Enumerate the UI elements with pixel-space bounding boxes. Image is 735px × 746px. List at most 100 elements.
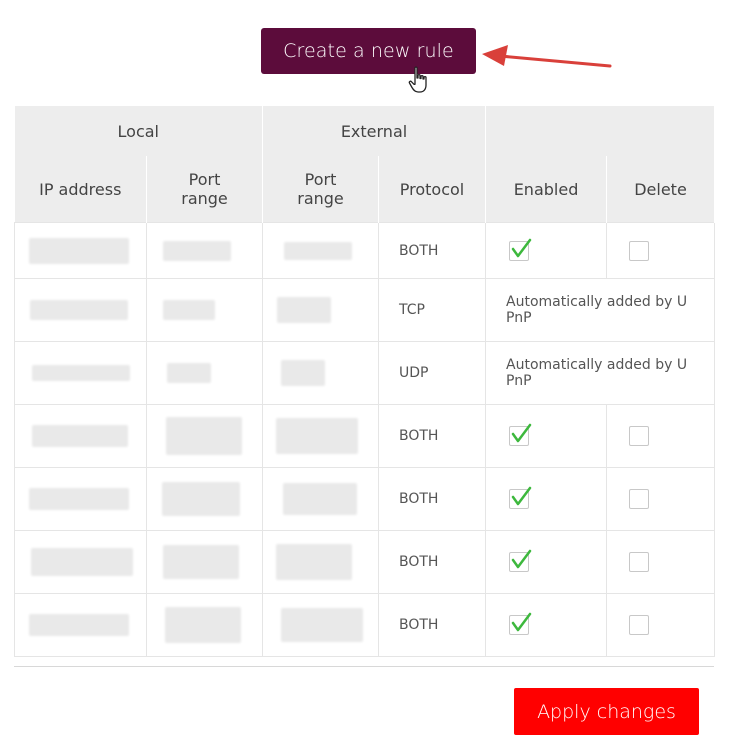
redacted-port-placeholder bbox=[276, 418, 358, 454]
table-row: BOTH bbox=[14, 530, 716, 594]
enabled-checkbox[interactable] bbox=[509, 423, 532, 446]
enabled-cell bbox=[485, 530, 608, 594]
protocol-cell: BOTH bbox=[377, 530, 487, 594]
checkmark-icon bbox=[511, 549, 532, 569]
blank-group-header bbox=[485, 106, 716, 156]
table-row: BOTH bbox=[14, 467, 716, 531]
annotation-arrow-icon bbox=[482, 45, 612, 68]
protocol-cell: UDP bbox=[377, 341, 487, 405]
ip-address-cell bbox=[14, 278, 147, 342]
delete-cell bbox=[606, 530, 716, 594]
external-port-cell bbox=[262, 530, 379, 594]
redacted-port-placeholder bbox=[167, 363, 211, 383]
enabled-cell bbox=[485, 593, 608, 657]
auto-added-note: Automatically added by U PnP bbox=[506, 357, 688, 389]
protocol-cell: BOTH bbox=[377, 467, 487, 531]
table-row: TCP Automatically added by U PnP bbox=[14, 278, 716, 342]
auto-added-note-cell: Automatically added by U PnP bbox=[485, 278, 716, 342]
local-port-cell bbox=[146, 467, 263, 531]
ip-address-cell bbox=[14, 222, 147, 279]
external-port-cell bbox=[262, 404, 379, 468]
enabled-cell bbox=[485, 467, 608, 531]
delete-checkbox[interactable] bbox=[629, 489, 650, 509]
delete-checkbox[interactable] bbox=[629, 240, 650, 261]
delete-cell bbox=[606, 593, 716, 657]
auto-added-note: Automatically added by U PnP bbox=[506, 294, 688, 326]
external-port-range-column-header: Port range bbox=[262, 156, 379, 223]
redacted-port-placeholder bbox=[283, 483, 357, 515]
checkmark-icon bbox=[511, 238, 532, 257]
protocol-cell: BOTH bbox=[377, 404, 487, 468]
enabled-cell bbox=[485, 404, 608, 468]
protocol-cell: TCP bbox=[377, 278, 487, 342]
redacted-port-placeholder bbox=[162, 482, 240, 516]
hand-cursor-icon bbox=[408, 66, 427, 93]
enabled-checkbox[interactable] bbox=[509, 238, 532, 261]
create-rule-button[interactable]: Create a new rule bbox=[261, 28, 476, 74]
checkmark-icon bbox=[511, 612, 532, 632]
external-group-header: External bbox=[262, 106, 487, 156]
ip-address-cell bbox=[14, 467, 147, 531]
redacted-port-placeholder bbox=[163, 300, 215, 320]
local-port-cell bbox=[146, 278, 263, 342]
local-group-header: Local bbox=[14, 106, 263, 156]
enabled-checkbox[interactable] bbox=[509, 486, 532, 509]
enabled-checkbox[interactable] bbox=[509, 612, 532, 635]
delete-cell bbox=[606, 222, 716, 279]
redacted-port-placeholder bbox=[276, 544, 352, 580]
table-row: BOTH bbox=[14, 593, 716, 657]
ip-address-cell bbox=[14, 404, 147, 468]
ip-address-column-header: IP address bbox=[14, 156, 147, 223]
checkmark-icon bbox=[511, 486, 532, 506]
redacted-port-placeholder bbox=[281, 360, 325, 386]
redacted-port-placeholder bbox=[163, 545, 239, 579]
protocol-column-header: Protocol bbox=[378, 156, 487, 223]
external-port-cell bbox=[262, 341, 379, 405]
enabled-cell bbox=[485, 222, 608, 279]
delete-checkbox[interactable] bbox=[629, 552, 650, 572]
external-port-cell bbox=[262, 278, 379, 342]
external-port-cell bbox=[262, 467, 379, 531]
redacted-ip-placeholder bbox=[30, 300, 128, 320]
enabled-column-header: Enabled bbox=[485, 156, 608, 223]
protocol-cell: BOTH bbox=[377, 222, 487, 279]
delete-column-header: Delete bbox=[606, 156, 716, 223]
ip-address-cell bbox=[14, 530, 147, 594]
redacted-port-placeholder bbox=[277, 297, 331, 323]
apply-changes-button[interactable]: Apply changes bbox=[514, 688, 699, 735]
redacted-port-placeholder bbox=[284, 241, 352, 260]
divider bbox=[14, 666, 714, 667]
redacted-ip-placeholder bbox=[29, 237, 129, 264]
ip-address-cell bbox=[14, 341, 147, 405]
local-port-cell bbox=[146, 341, 263, 405]
delete-checkbox[interactable] bbox=[629, 426, 650, 446]
table-row: UDP Automatically added by U PnP bbox=[14, 341, 716, 405]
redacted-ip-placeholder bbox=[29, 614, 129, 636]
redacted-port-placeholder bbox=[166, 417, 242, 455]
redacted-ip-placeholder bbox=[29, 488, 129, 510]
port-forwarding-table: Local External IP address Port range Por… bbox=[14, 106, 716, 657]
redacted-port-placeholder bbox=[281, 608, 363, 642]
redacted-ip-placeholder bbox=[32, 425, 128, 447]
delete-cell bbox=[606, 404, 716, 468]
auto-added-note-cell: Automatically added by U PnP bbox=[485, 341, 716, 405]
table-row: BOTH bbox=[14, 404, 716, 468]
local-port-cell bbox=[146, 222, 263, 279]
local-port-cell bbox=[146, 530, 263, 594]
redacted-port-placeholder bbox=[163, 240, 231, 261]
checkmark-icon bbox=[511, 423, 532, 443]
redacted-ip-placeholder bbox=[31, 548, 133, 576]
local-port-cell bbox=[146, 593, 263, 657]
ip-address-cell bbox=[14, 593, 147, 657]
redacted-port-placeholder bbox=[165, 607, 241, 643]
delete-checkbox[interactable] bbox=[629, 615, 650, 635]
table-row: BOTH bbox=[14, 222, 716, 279]
local-port-cell bbox=[146, 404, 263, 468]
delete-cell bbox=[606, 467, 716, 531]
external-port-cell bbox=[262, 593, 379, 657]
enabled-checkbox[interactable] bbox=[509, 549, 532, 572]
external-port-cell bbox=[262, 222, 379, 279]
redacted-ip-placeholder bbox=[32, 365, 130, 381]
local-port-range-column-header: Port range bbox=[146, 156, 263, 223]
protocol-cell: BOTH bbox=[377, 593, 487, 657]
